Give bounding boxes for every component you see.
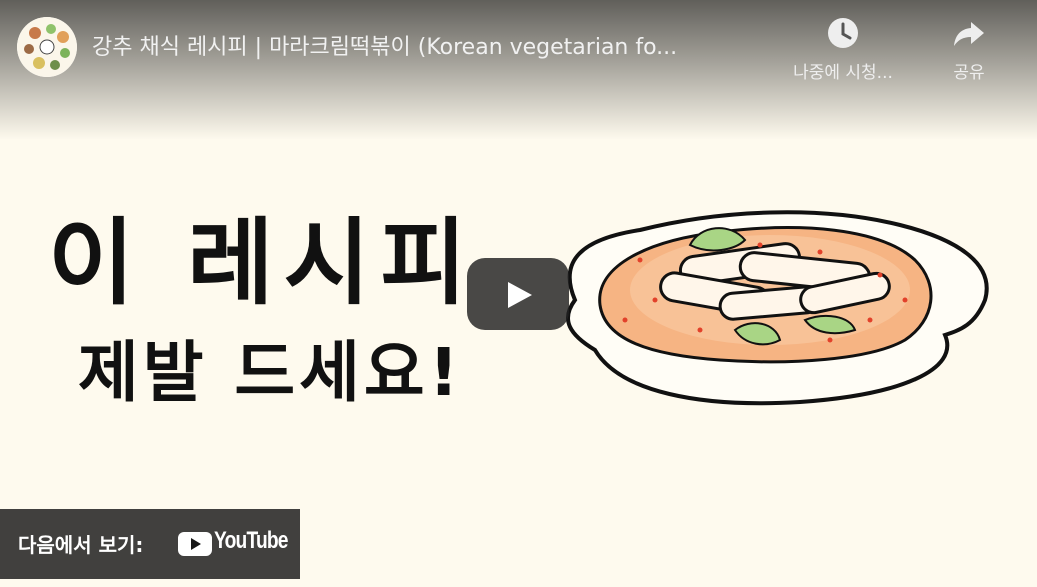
tteokbokki-plate-drawing — [565, 210, 989, 406]
thumbnail-text-line1: 이 레시피 — [48, 209, 477, 318]
share-label: 공유 — [953, 63, 985, 83]
play-icon — [508, 282, 532, 308]
youtube-embed-player[interactable]: 이 레시피 제발 드세요! 강추 채식 레시피 | 마라크림떡볶이 (Korea… — [0, 0, 1037, 587]
youtube-play-logo-icon — [178, 532, 212, 556]
channel-avatar-icon — [17, 17, 77, 77]
youtube-wordmark: YouTube — [214, 527, 288, 554]
share-button[interactable]: 공유 — [909, 16, 1029, 83]
share-arrow-icon — [954, 22, 984, 46]
watch-later-label: 나중에 시청... — [793, 63, 893, 83]
clock-icon — [828, 18, 858, 48]
watch-on-label: 다음에서 보기: — [18, 533, 144, 557]
watch-later-button[interactable]: 나중에 시청... — [783, 16, 903, 83]
thumbnail-text-line2: 제발 드세요! — [78, 334, 463, 411]
watch-on-youtube-button[interactable]: 다음에서 보기: YouTube — [0, 509, 300, 579]
video-title[interactable]: 강추 채식 레시피 | 마라크림떡볶이 (Korean vegetarian f… — [92, 30, 762, 66]
play-button[interactable] — [467, 258, 569, 330]
channel-avatar[interactable] — [17, 17, 77, 77]
